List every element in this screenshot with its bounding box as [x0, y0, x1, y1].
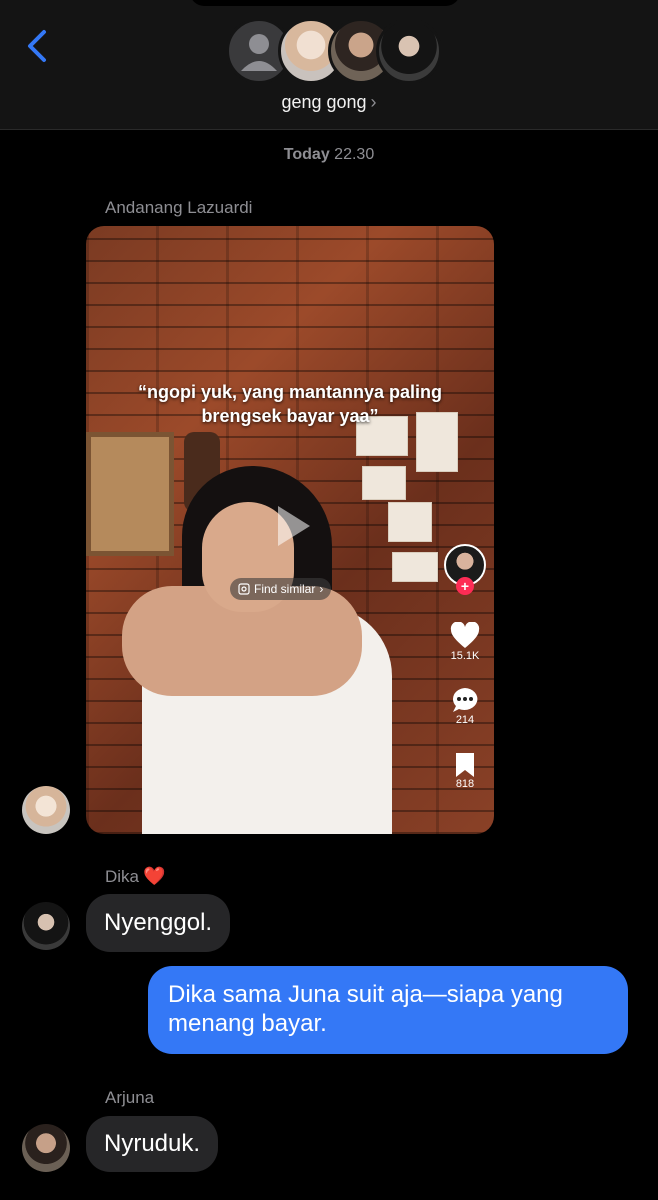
incoming-message-bubble[interactable]: Nyenggol.: [86, 894, 231, 952]
sender-name: Arjuna: [105, 1088, 155, 1107]
chevron-right-icon: ›: [319, 582, 324, 596]
find-similar-icon: [238, 583, 250, 595]
video-scene-note: [362, 466, 406, 500]
avatar[interactable]: [22, 786, 70, 834]
heart-emoji: ❤️: [143, 866, 166, 886]
group-name-label: geng gong: [281, 92, 367, 112]
video-scene-note: [392, 552, 438, 582]
group-avatars[interactable]: [226, 18, 442, 84]
conversation-header: geng gong ›: [0, 0, 658, 130]
video-scene-corkboard: [86, 432, 174, 556]
comment-icon: [452, 688, 478, 712]
video-caption-line: brengsek bayar yaa”: [201, 406, 379, 426]
heart-icon: [450, 622, 480, 648]
sender-name-label: Dika: [105, 867, 140, 886]
avatar[interactable]: [22, 902, 70, 950]
message-text-line: Dika sama Juna suit aja—siapa yang: [168, 981, 563, 1008]
video-caption-line: “ngopi yuk, yang mantannya paling: [137, 382, 443, 402]
outgoing-message-bubble[interactable]: Dika sama Juna suit aja—siapa yang menan…: [148, 966, 628, 1054]
plus-icon[interactable]: +: [456, 577, 474, 595]
device-notch: [190, 0, 460, 6]
timestamp-day: Today: [283, 146, 330, 163]
sender-name: Dika ❤️: [105, 866, 165, 887]
save-count: 818: [455, 778, 475, 790]
comment-button[interactable]: 214: [442, 686, 488, 726]
like-button[interactable]: 15.1K: [442, 622, 488, 662]
timestamp-time: 22.30: [334, 146, 375, 163]
group-name[interactable]: geng gong ›: [0, 92, 658, 113]
member-avatar: [376, 18, 442, 84]
message-text-line: menang bayar.: [168, 1010, 327, 1037]
video-scene-note: [388, 502, 432, 542]
save-button[interactable]: 818: [442, 752, 488, 790]
chevron-right-icon: ›: [370, 92, 377, 112]
bookmark-icon: [456, 753, 474, 777]
find-similar-label: Find similar: [254, 582, 316, 596]
back-chevron-icon[interactable]: [22, 26, 52, 66]
thread-timestamp: Today 22.30: [0, 146, 658, 164]
incoming-message-bubble[interactable]: Nyruduk.: [86, 1116, 219, 1172]
comment-count: 214: [455, 714, 475, 726]
video-caption: “ngopi yuk, yang mantannya paling brengs…: [86, 380, 494, 428]
like-count: 15.1K: [450, 650, 480, 662]
find-similar-button[interactable]: Find similar ›: [230, 578, 332, 600]
avatar[interactable]: [22, 1124, 70, 1172]
play-icon[interactable]: [262, 498, 318, 554]
sender-name: Andanang Lazuardi: [105, 198, 253, 217]
shared-video-card[interactable]: “ngopi yuk, yang mantannya paling brengs…: [86, 226, 494, 834]
creator-avatar[interactable]: +: [442, 544, 488, 606]
